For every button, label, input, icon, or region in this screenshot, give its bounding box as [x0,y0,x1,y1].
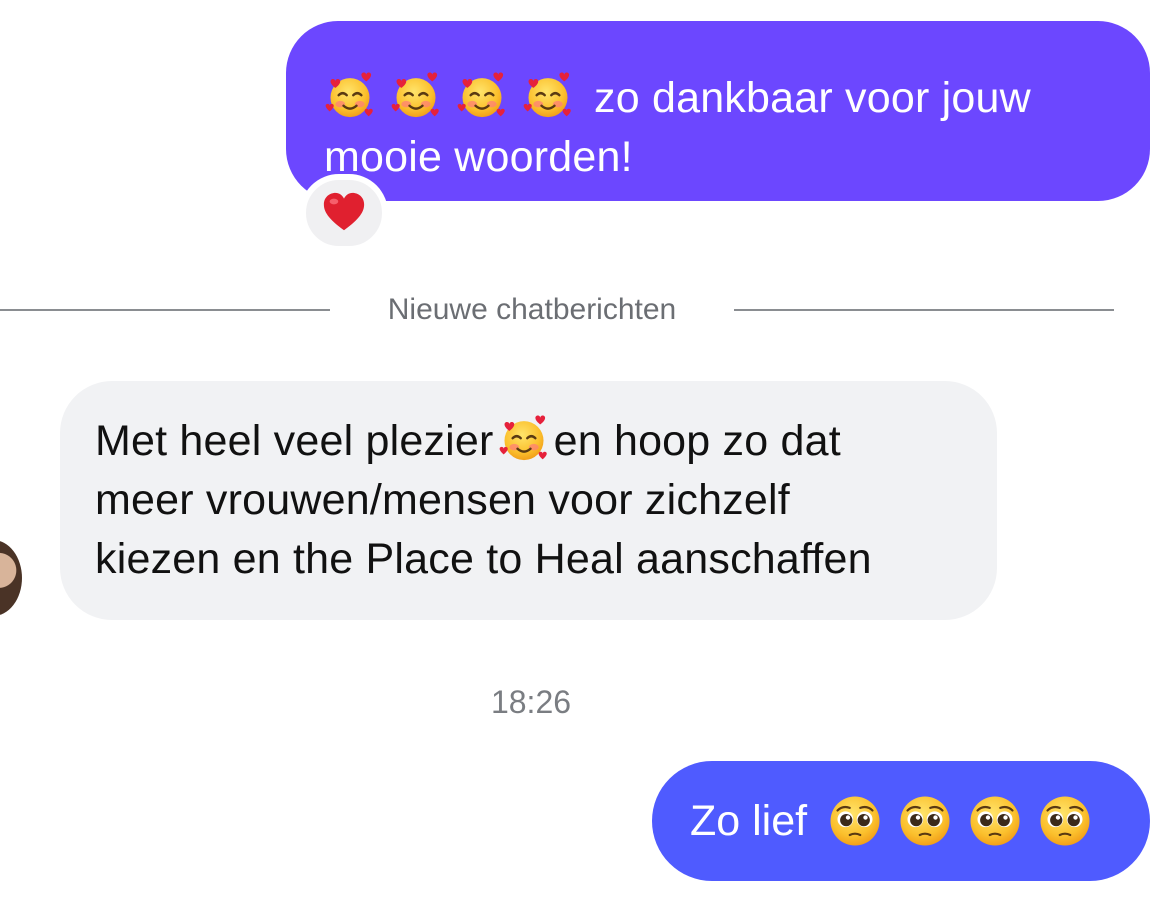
message-line-3: kiezen en the Place to Heal aanschaffen [95,535,872,583]
message-text: Zo lief [690,796,808,845]
new-messages-divider-label: Nieuwe chatberichten [387,293,677,326]
red-heart-icon [321,190,367,236]
chat-thread: zo dankbaar voor jouw mooie woorden! Nie… [0,0,1174,902]
smiling-face-with-hearts-icon [498,413,550,465]
outgoing-message-bubble[interactable]: Zo lief [652,761,1150,881]
message-line-2: mooie woorden! [324,133,633,181]
message-line-1: zo dankbaar voor jouw [324,69,1110,128]
message-text: Met heel veel plezier [95,417,494,465]
message-text: en hoop zo dat [553,417,841,465]
divider-line-left [0,309,330,311]
pleading-face-icon [827,793,883,849]
smiling-face-with-hearts-icon [522,70,574,122]
smiling-face-with-hearts-icon [390,70,442,122]
smiling-face-with-hearts-icon [324,70,376,122]
message-timestamp: 18:26 [490,684,572,720]
divider-line-right [734,309,1114,311]
pleading-face-icon [897,793,953,849]
message-line-2: meer vrouwen/mensen voor zichzelf [95,476,790,524]
smiling-face-with-hearts-icon [456,70,508,122]
message-line-1: Met heel veel plezier en hoop zo dat [95,412,977,471]
message-text: zo dankbaar voor jouw [594,74,1031,122]
outgoing-message-bubble[interactable]: zo dankbaar voor jouw mooie woorden! [286,21,1150,201]
contact-avatar[interactable] [0,540,22,616]
message-reaction[interactable] [300,174,388,252]
pleading-face-icon [1037,793,1093,849]
incoming-message-bubble[interactable]: Met heel veel plezier en hoop zo dat meer… [60,381,997,620]
pleading-face-icon [967,793,1023,849]
